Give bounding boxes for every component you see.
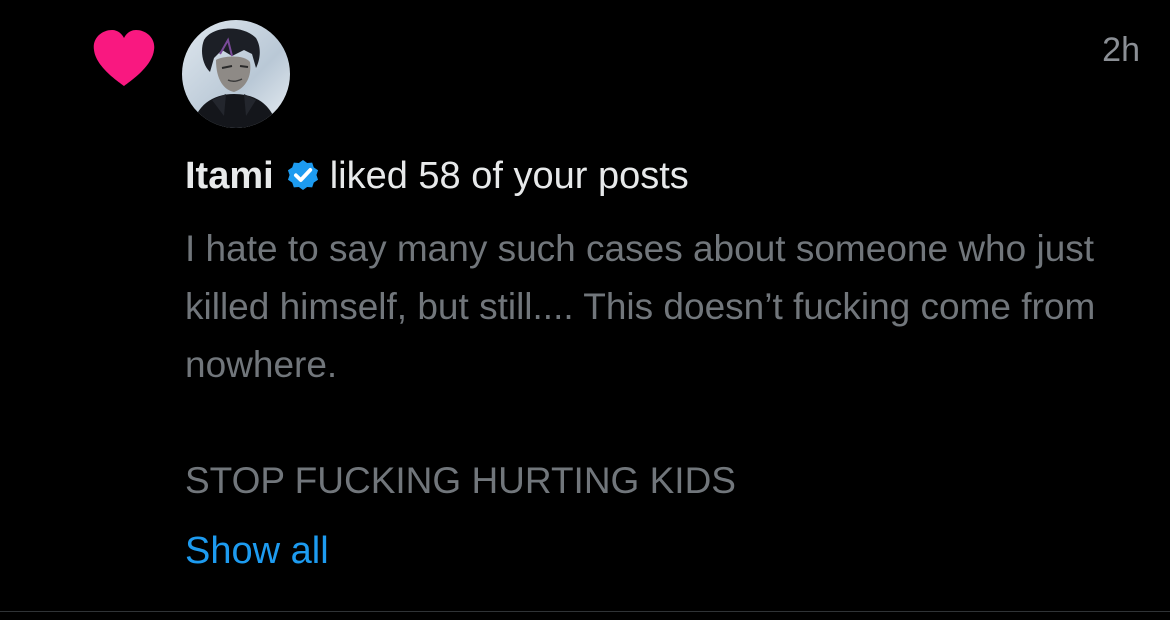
post-text[interactable]: I hate to say many such cases about some… (185, 220, 1145, 510)
avatar-image (182, 20, 290, 128)
post-paragraph: I hate to say many such cases about some… (185, 228, 1096, 385)
heart-icon (93, 30, 155, 86)
avatar[interactable] (182, 20, 290, 128)
timestamp: 2h (1102, 31, 1140, 69)
verified-badge-icon (287, 159, 318, 191)
divider (0, 611, 1170, 612)
user-name[interactable]: Itami (185, 155, 274, 197)
action-text: liked 58 of your posts (329, 155, 689, 197)
show-all-link[interactable]: Show all (185, 526, 329, 576)
notification-headline: Itami liked 58 of your posts (185, 152, 1140, 200)
like-notification[interactable]: 2h Itami liked 58 of your posts I hate t… (0, 0, 1170, 620)
post-paragraph: STOP FUCKING HURTING KIDS (185, 460, 736, 501)
